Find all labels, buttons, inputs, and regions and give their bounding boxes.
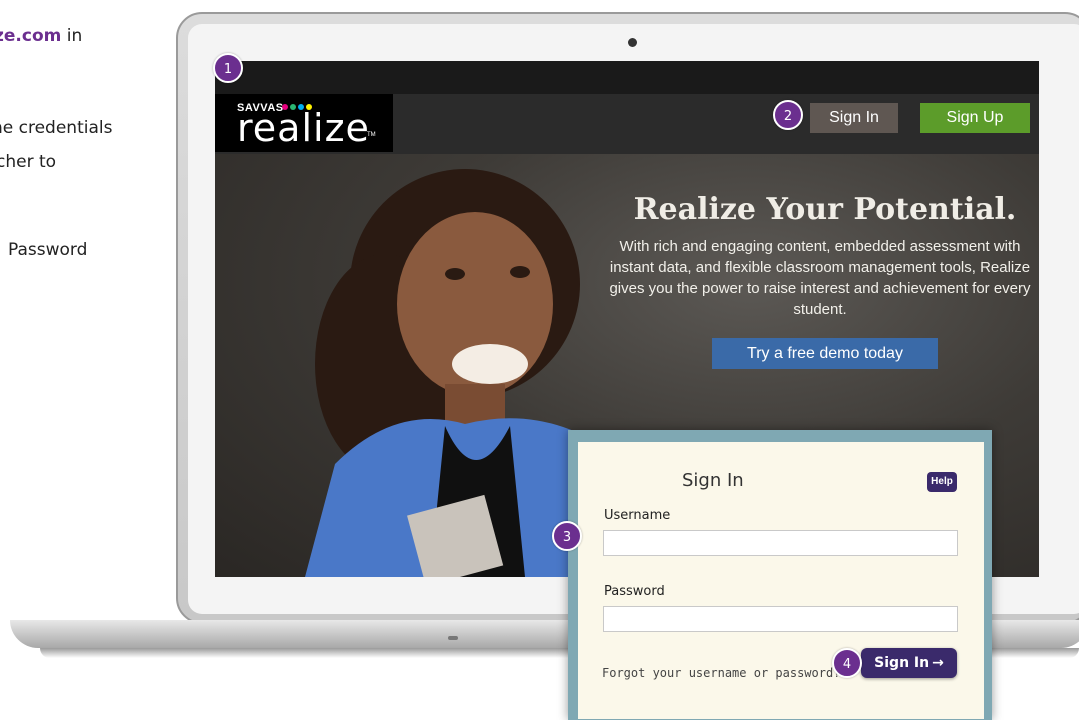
username-field[interactable]: [603, 530, 958, 556]
laptop-notch: [448, 636, 458, 640]
help-button[interactable]: Help: [927, 472, 957, 492]
instruction-line-1-rest: in: [61, 26, 83, 46]
sign-in-submit-button[interactable]: Sign In →: [861, 648, 957, 678]
header-sign-up-button[interactable]: Sign Up: [920, 103, 1030, 133]
free-demo-button[interactable]: Try a free demo today: [712, 338, 938, 369]
password-field[interactable]: [603, 606, 958, 632]
step-badge-1: 1: [213, 53, 243, 83]
instruction-line-3: cher to: [0, 152, 57, 172]
header-sign-in-button[interactable]: Sign In: [810, 103, 898, 133]
instruction-line-2: he credentials: [0, 118, 113, 138]
instruction-line-1: ze.com in: [0, 26, 82, 46]
hero-description: With rich and engaging content, embedded…: [609, 238, 1031, 318]
step-badge-2: 2: [773, 100, 803, 130]
logo-wordmark: realize: [237, 106, 370, 150]
username-label: Username: [604, 508, 671, 523]
step-badge-3: 3: [552, 521, 582, 551]
hero-title: Realize Your Potential.: [633, 192, 1017, 227]
dialog-title: Sign In: [682, 470, 744, 491]
instruction-text: ze.com in he credentials cher to Passwor…: [0, 0, 170, 719]
forgot-credentials-link[interactable]: Forgot your username or password?: [602, 666, 840, 680]
sign-in-dialog: Sign In Help Username Password Forgot yo…: [578, 442, 984, 719]
browser-address-bar[interactable]: [215, 61, 1039, 94]
password-label: Password: [604, 584, 665, 599]
logo-trademark: TM: [367, 132, 376, 138]
instruction-url: ze.com: [0, 26, 62, 46]
savvas-realize-logo[interactable]: SAVVAS realize TM: [215, 94, 393, 152]
step-badge-4: 4: [832, 648, 862, 678]
arrow-right-icon: →: [932, 655, 944, 671]
instruction-line-4: Password: [8, 240, 88, 260]
sign-in-submit-label: Sign In: [874, 655, 930, 671]
site-header: SAVVAS realize TM Sign In Sign Up: [215, 94, 1039, 154]
camera-icon: [628, 38, 637, 47]
